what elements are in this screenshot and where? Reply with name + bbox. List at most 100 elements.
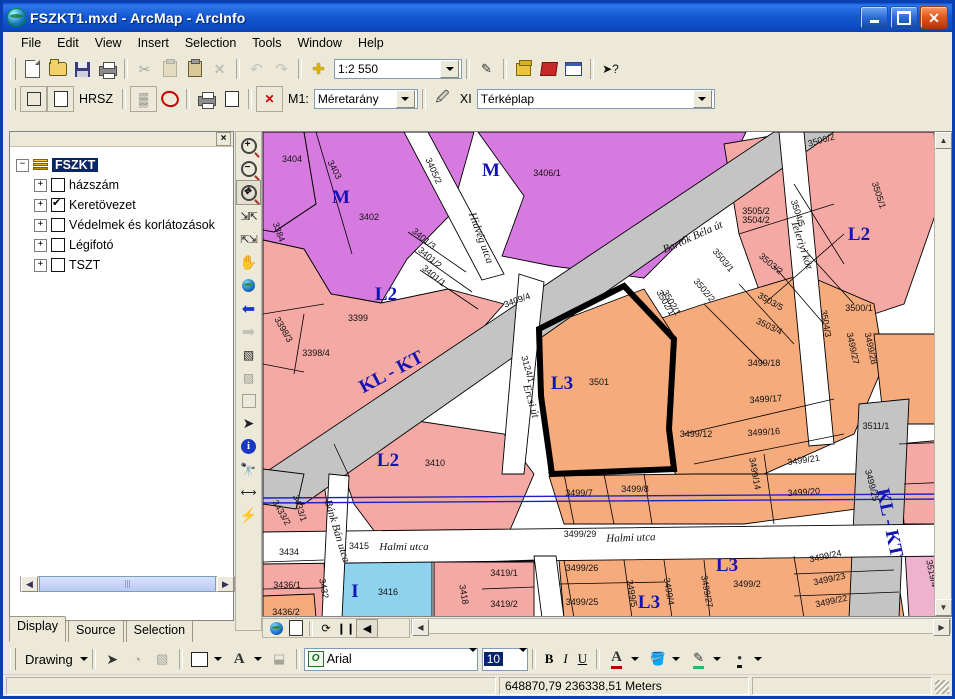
paste-button[interactable]: [182, 57, 207, 81]
toolbar-grip[interactable]: [10, 648, 16, 670]
menu-edit[interactable]: Edit: [49, 34, 87, 52]
toc-root-fszkt[interactable]: − FSZKT: [16, 155, 229, 175]
scroll-right-button[interactable]: ▶: [933, 619, 950, 636]
go-back-extent-tool[interactable]: ⬅: [237, 297, 260, 320]
chevron-down-icon[interactable]: [518, 648, 527, 666]
expand-icon[interactable]: +: [34, 218, 47, 232]
chevron-down-icon[interactable]: [631, 657, 640, 661]
chevron-down-icon[interactable]: [395, 90, 415, 108]
fixed-zoom-out-tool[interactable]: ⇱⇲: [237, 228, 260, 251]
toc-horizontal-scrollbar[interactable]: ◀ ▶: [20, 576, 235, 592]
chevron-down-icon[interactable]: [468, 648, 477, 666]
layer-checkbox-hazszam[interactable]: [51, 178, 65, 192]
map-sheet-combo[interactable]: Térképlap: [476, 89, 715, 109]
hrsz-select-button[interactable]: [47, 86, 74, 112]
attach-button[interactable]: 🖉: [430, 87, 455, 111]
go-forward-extent-tool[interactable]: ➡: [237, 320, 260, 343]
print-map-button[interactable]: [95, 57, 120, 81]
expand-icon[interactable]: +: [34, 178, 47, 192]
scroll-right-button[interactable]: ▶: [217, 576, 234, 592]
report-button[interactable]: [219, 87, 244, 111]
scroll-left-button[interactable]: ◀: [21, 576, 38, 592]
chevron-down-icon[interactable]: [692, 90, 712, 108]
cut-button[interactable]: ✂: [132, 57, 157, 81]
chevron-down-icon[interactable]: [713, 657, 722, 661]
zoom-in-tool[interactable]: +: [237, 134, 260, 157]
add-data-button[interactable]: ✚: [306, 57, 331, 81]
copy-button[interactable]: [157, 57, 182, 81]
hyperlink-tool[interactable]: ⚡: [237, 504, 260, 527]
pan-tool[interactable]: ✋: [237, 251, 260, 274]
menu-tools[interactable]: Tools: [244, 34, 289, 52]
open-map-button[interactable]: [45, 57, 70, 81]
menu-selection[interactable]: Selection: [177, 34, 244, 52]
nudge-button[interactable]: ⬓: [267, 647, 292, 671]
save-map-button[interactable]: [70, 57, 95, 81]
rotate-graphic-button[interactable]: ◔: [125, 647, 150, 671]
maximize-button[interactable]: [890, 6, 918, 29]
pan-zoom-tool[interactable]: ✥: [236, 180, 261, 205]
fill-color-button[interactable]: 🪣: [645, 647, 670, 671]
underline-button[interactable]: U: [573, 651, 592, 667]
scroll-down-button[interactable]: ▼: [935, 599, 952, 616]
collapse-icon[interactable]: −: [16, 158, 29, 172]
sidebar-item-keretovezet[interactable]: + Keretövezet: [16, 195, 229, 215]
select-graphics-button[interactable]: ➤: [100, 647, 125, 671]
chevron-down-icon[interactable]: [754, 657, 763, 661]
new-rectangle-button[interactable]: [187, 647, 212, 671]
menu-insert[interactable]: Insert: [130, 34, 177, 52]
layer-checkbox-tszt[interactable]: [51, 258, 65, 272]
tab-selection[interactable]: Selection: [125, 620, 194, 642]
tab-source[interactable]: Source: [68, 620, 124, 642]
drawing-menu[interactable]: Drawing: [20, 652, 78, 667]
previous-frame-button[interactable]: ◀: [356, 618, 378, 638]
scale-ratio-combo[interactable]: Méretarány: [313, 89, 418, 109]
pause-drawing-button[interactable]: ❙❙: [336, 620, 356, 637]
find-tool[interactable]: 🔭: [237, 458, 260, 481]
measure-tool[interactable]: ⟷: [237, 481, 260, 504]
hrsz-zoom-button[interactable]: [20, 86, 47, 112]
sidebar-item-legifoto[interactable]: + Légifotó: [16, 235, 229, 255]
marker-color-button[interactable]: •: [727, 647, 752, 671]
layer-checkbox-vedelmek[interactable]: [51, 218, 65, 232]
expand-icon[interactable]: +: [34, 258, 47, 272]
toolbox-button[interactable]: [511, 57, 536, 81]
edit-vertices-button[interactable]: ▧: [150, 647, 175, 671]
menu-view[interactable]: View: [87, 34, 130, 52]
select-features-tool[interactable]: ▧: [237, 343, 260, 366]
toolbar-grip[interactable]: [10, 58, 16, 80]
resize-grip[interactable]: [935, 680, 949, 694]
toc-close-button[interactable]: ×: [216, 132, 231, 146]
data-view-button[interactable]: [266, 620, 286, 637]
menu-window[interactable]: Window: [289, 34, 349, 52]
layout-view-button[interactable]: [286, 620, 306, 637]
toolbar-grip[interactable]: [10, 88, 16, 110]
new-map-button[interactable]: [20, 57, 45, 81]
scroll-thumb[interactable]: [39, 576, 216, 592]
tab-display[interactable]: Display: [9, 616, 66, 642]
layer-checkbox-legifoto[interactable]: [51, 238, 65, 252]
close-button[interactable]: ✕: [920, 6, 948, 29]
delete-button[interactable]: ✕: [207, 57, 232, 81]
map-vertical-scrollbar[interactable]: ▲ ▼: [934, 132, 952, 616]
zoom-out-tool[interactable]: −: [237, 157, 260, 180]
sidebar-item-hazszam[interactable]: + házszám: [16, 175, 229, 195]
italic-button[interactable]: I: [558, 651, 572, 667]
identify-tool[interactable]: i: [237, 435, 260, 458]
map-canvas[interactable]: M M L2 L2 L2 L3 L3 L3 I Bartók Béla út Hidvég utc…: [262, 131, 952, 617]
map-horizontal-scrollbar[interactable]: ◀ ▶: [411, 618, 951, 636]
menu-file[interactable]: File: [13, 34, 49, 52]
refresh-view-button[interactable]: ⟳: [316, 620, 336, 637]
chevron-down-icon[interactable]: [440, 60, 459, 78]
whats-this-help-button[interactable]: ➤?: [598, 57, 623, 81]
map-scale-combo[interactable]: 1:2 550: [334, 59, 462, 79]
font-color-button[interactable]: A: [604, 647, 629, 671]
bold-button[interactable]: B: [540, 651, 559, 667]
scroll-up-button[interactable]: ▲: [935, 132, 952, 149]
clear-selection-tool[interactable]: [237, 389, 260, 412]
pointer-tool[interactable]: ➤: [237, 412, 260, 435]
full-extent-tool[interactable]: [237, 274, 260, 297]
menu-help[interactable]: Help: [350, 34, 392, 52]
scroll-left-button[interactable]: ◀: [412, 619, 429, 636]
chevron-down-icon[interactable]: [253, 657, 262, 661]
